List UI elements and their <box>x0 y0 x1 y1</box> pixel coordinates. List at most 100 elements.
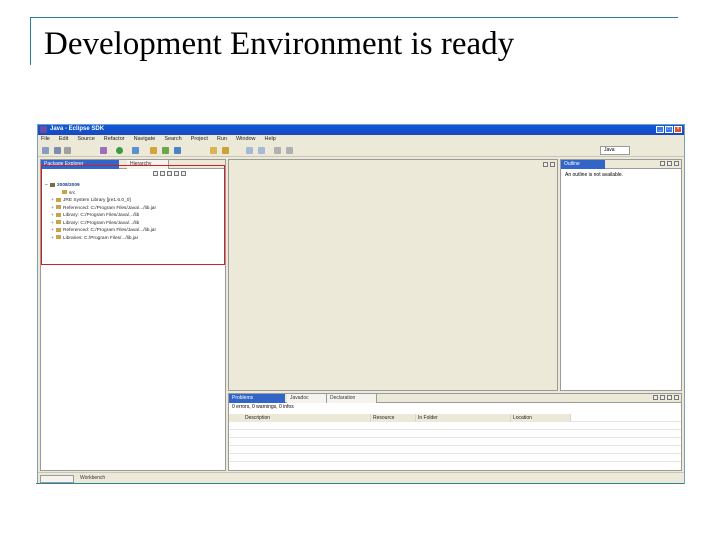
menu-edit[interactable]: Edit <box>59 135 68 144</box>
perspective-switcher[interactable]: Java <box>600 146 630 155</box>
link-with-editor-icon[interactable] <box>160 171 165 176</box>
run-icon[interactable] <box>116 147 123 154</box>
problems-table-header: Description Resource In Folder Location <box>229 414 681 422</box>
open-type-icon[interactable] <box>210 147 217 154</box>
minimize-view-icon[interactable] <box>667 395 672 400</box>
column-in-folder[interactable]: In Folder <box>416 414 511 422</box>
menu-help[interactable]: Help <box>265 135 276 144</box>
search-icon[interactable] <box>222 147 229 154</box>
package-explorer-view-toolbar <box>153 171 186 176</box>
slide-title: Development Environment is ready <box>44 26 515 62</box>
external-tools-icon[interactable] <box>132 147 139 154</box>
problems-summary: 0 errors, 0 warnings, 0 infos <box>232 404 294 410</box>
column-description[interactable]: Description <box>229 414 371 422</box>
tab-declaration[interactable]: Declaration <box>327 394 377 403</box>
project-tree: −2008/2009 src + JRE System Library [jre1… <box>45 182 225 242</box>
close-icon[interactable]: × <box>674 126 682 133</box>
column-location[interactable]: Location <box>511 414 571 422</box>
tab-javadoc[interactable]: Javadoc <box>287 394 327 403</box>
table-row <box>229 438 681 446</box>
editor-area <box>228 159 558 391</box>
tree-item-jre-library[interactable]: + JRE System Library [jre1.6.0_0] <box>45 197 225 205</box>
minimize-view-icon[interactable] <box>667 161 672 166</box>
next-annotation-icon[interactable] <box>258 147 265 154</box>
jar-icon <box>56 212 61 217</box>
editor-area-controls <box>543 162 555 167</box>
tree-item-label: Referenced: C:/Program Files/Java/.../li… <box>63 205 157 211</box>
problems-tabs: Problems Javadoc Declaration <box>229 394 681 403</box>
maximize-view-icon[interactable] <box>674 161 679 166</box>
tree-item-label: Library: C:/Program Files/Java/.../lib <box>63 213 140 218</box>
menu-project[interactable]: Project <box>191 135 208 144</box>
menu-refactor[interactable]: Refactor <box>104 135 125 144</box>
slide-decoration-left-line <box>30 17 31 65</box>
outline-view: Outline An outline is not available. <box>560 159 682 391</box>
library-icon <box>56 197 61 202</box>
new-class-icon[interactable] <box>174 147 181 154</box>
outline-view-toolbar <box>660 161 679 166</box>
jar-icon <box>56 235 61 240</box>
tab-package-explorer[interactable]: Package Explorer <box>41 160 119 169</box>
tree-item-project[interactable]: −2008/2009 <box>45 182 225 190</box>
package-folder-icon <box>62 190 67 195</box>
package-explorer-tabs: Package Explorer Hierarchy <box>41 160 225 169</box>
maximize-view-icon[interactable] <box>674 395 679 400</box>
save-icon[interactable] <box>54 147 61 154</box>
tree-item-label: Referenced: C:/Program Files/Java/.../li… <box>63 228 157 233</box>
window-controls: _ □ × <box>656 126 682 133</box>
forward-icon[interactable] <box>286 147 293 154</box>
view-menu-icon[interactable] <box>660 161 665 166</box>
filter-icon[interactable] <box>653 395 658 400</box>
menu-search[interactable]: Search <box>164 135 181 144</box>
view-menu-icon[interactable] <box>660 395 665 400</box>
perspective-label: Java <box>604 147 615 153</box>
tree-item-library[interactable]: + Referenced: C:/Program Files/Java/.../l… <box>45 227 225 235</box>
minimize-view-icon[interactable] <box>543 162 548 167</box>
tree-item-label: Library: C:/Program Files/Java/.../lib <box>63 220 140 226</box>
project-folder-icon <box>50 182 55 187</box>
menu-navigate[interactable]: Navigate <box>134 135 156 144</box>
maximize-view-icon[interactable] <box>181 171 186 176</box>
window-titlebar[interactable]: Java - Eclipse SDK _ □ × <box>38 125 684 135</box>
collapse-all-icon[interactable] <box>153 171 158 176</box>
tree-item-library[interactable]: + Library: C:/Program Files/Java/.../lib <box>45 220 225 228</box>
new-java-project-icon[interactable] <box>150 147 157 154</box>
jar-icon <box>56 220 61 225</box>
maximize-view-icon[interactable] <box>550 162 555 167</box>
menu-source[interactable]: Source <box>77 135 94 144</box>
back-icon[interactable] <box>274 147 281 154</box>
tree-item-library[interactable]: + Referenced: C:/Program Files/Java/.../l… <box>45 205 225 213</box>
minimize-view-icon[interactable] <box>174 171 179 176</box>
outline-message: An outline is not available. <box>565 172 624 178</box>
tab-hierarchy[interactable]: Hierarchy <box>127 160 169 169</box>
tab-problems[interactable]: Problems <box>229 394 285 403</box>
main-toolbar: Java <box>38 144 684 157</box>
problems-view-toolbar <box>653 395 679 400</box>
tree-item-label: 2008/2009 <box>57 183 80 188</box>
tree-item-label: JRE System Library [jre1.6.0_0] <box>63 198 131 203</box>
tree-item-library[interactable]: + Library: C:/Program Files/Java/.../lib <box>45 212 225 220</box>
status-bar: Workbench <box>38 472 684 483</box>
table-row <box>229 430 681 438</box>
tree-item-src[interactable]: src <box>45 190 225 198</box>
menu-window[interactable]: Window <box>236 135 256 144</box>
problems-table: Description Resource In Folder Location <box>229 414 681 462</box>
menu-file[interactable]: File <box>41 135 50 144</box>
menu-run[interactable]: Run <box>217 135 227 144</box>
fast-view-bar[interactable] <box>40 475 74 483</box>
slide-decoration-top-line <box>30 17 678 18</box>
new-package-icon[interactable] <box>162 147 169 154</box>
print-icon[interactable] <box>64 147 71 154</box>
previous-annotation-icon[interactable] <box>246 147 253 154</box>
tree-item-library[interactable]: + Libraries: C:/Program Files/.../lib.jar <box>45 235 225 243</box>
window-title: Java - Eclipse SDK <box>50 126 105 132</box>
debug-icon[interactable] <box>100 147 107 154</box>
table-row <box>229 446 681 454</box>
table-row <box>229 454 681 462</box>
minimize-icon[interactable]: _ <box>656 126 664 133</box>
view-menu-icon[interactable] <box>167 171 172 176</box>
tab-outline[interactable]: Outline <box>561 160 605 169</box>
maximize-icon[interactable]: □ <box>665 126 673 133</box>
new-icon[interactable] <box>42 147 49 154</box>
column-resource[interactable]: Resource <box>371 414 416 422</box>
